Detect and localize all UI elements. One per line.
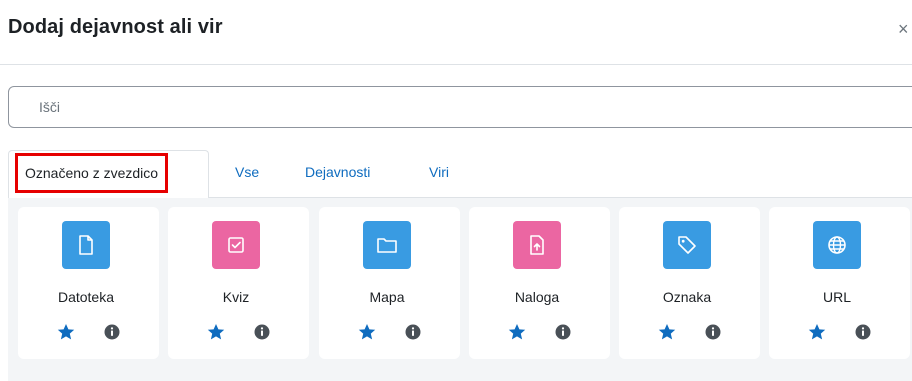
info-icon[interactable] [703, 322, 723, 342]
tab-all[interactable]: Vse [235, 150, 259, 198]
star-icon[interactable] [206, 322, 226, 342]
assignment-upload-icon [513, 221, 561, 269]
tab-starred-label: Označeno z zvezdico [14, 153, 169, 193]
tab-starred[interactable]: Označeno z zvezdico [8, 150, 209, 199]
activity-name: Mapa [369, 289, 405, 305]
activity-card-oznaka[interactable]: Oznaka [619, 207, 760, 359]
activity-name: Kviz [222, 289, 250, 305]
file-icon [62, 221, 110, 269]
info-icon[interactable] [853, 322, 873, 342]
info-icon[interactable] [553, 322, 573, 342]
star-icon[interactable] [657, 322, 677, 342]
close-icon[interactable]: × [898, 19, 909, 39]
tag-icon [663, 221, 711, 269]
activity-card-datoteka[interactable]: Datoteka [18, 207, 159, 359]
activity-card-url[interactable]: URL [769, 207, 910, 359]
activity-grid: Datoteka Kviz Mapa Naloga Oznaka URL [8, 198, 912, 381]
tab-resources[interactable]: Viri [429, 150, 449, 198]
activity-name: Naloga [514, 289, 560, 305]
activity-card-kviz[interactable]: Kviz [168, 207, 309, 359]
quiz-checkbox-icon [212, 221, 260, 269]
info-icon[interactable] [102, 322, 122, 342]
activity-name: Datoteka [57, 289, 115, 305]
info-icon[interactable] [403, 322, 423, 342]
folder-icon [363, 221, 411, 269]
dialog-header: Dodaj dejavnost ali vir × [0, 0, 912, 65]
dialog-title: Dodaj dejavnost ali vir [8, 16, 223, 38]
globe-icon [813, 221, 861, 269]
star-icon[interactable] [807, 322, 827, 342]
activity-name: Oznaka [662, 289, 712, 305]
activity-card-mapa[interactable]: Mapa [319, 207, 460, 359]
activity-card-naloga[interactable]: Naloga [469, 207, 610, 359]
search-input[interactable] [8, 86, 912, 128]
category-tabs: Označeno z zvezdico Vse Dejavnosti Viri [8, 150, 912, 199]
star-icon[interactable] [507, 322, 527, 342]
star-icon[interactable] [357, 322, 377, 342]
tab-activities[interactable]: Dejavnosti [305, 150, 370, 198]
info-icon[interactable] [252, 322, 272, 342]
star-icon[interactable] [56, 322, 76, 342]
activity-name: URL [822, 289, 851, 305]
